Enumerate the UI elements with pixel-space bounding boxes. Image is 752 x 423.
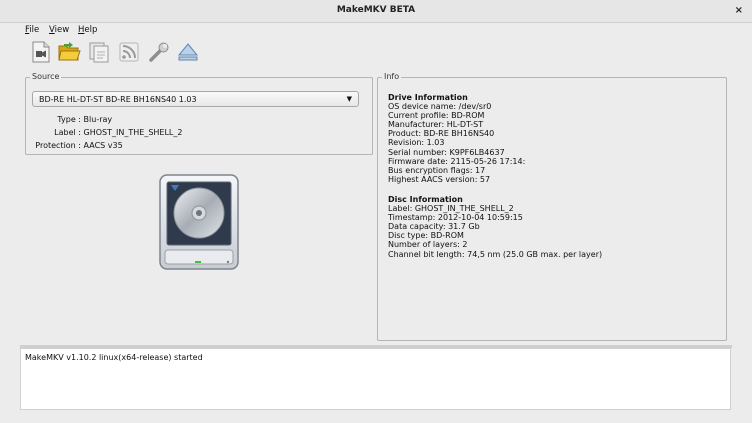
source-group: Source BD-RE HL-DT-ST BD-RE BH16NS40 1.0… bbox=[25, 72, 373, 155]
label-value: GHOST_IN_THE_SHELL_2 bbox=[83, 128, 183, 137]
type-row: Type : Blu-ray bbox=[26, 115, 112, 124]
open-folder-icon[interactable] bbox=[57, 40, 81, 64]
menu-help[interactable]: Help bbox=[78, 25, 97, 35]
chevron-down-icon: ▼ bbox=[346, 95, 352, 103]
drive-info-line: Bus encryption flags: 17 bbox=[388, 165, 486, 175]
backup-icon[interactable] bbox=[87, 40, 111, 64]
window-title: MakeMKV BETA bbox=[336, 5, 416, 15]
disc-info-line: Timestamp: 2012-10-04 10:59:15 bbox=[388, 213, 523, 223]
drive-select[interactable]: BD-RE HL-DT-ST BD-RE BH16NS40 1.03 ▼ bbox=[32, 91, 359, 107]
drive-information: Drive Information OS device name: /dev/s… bbox=[388, 93, 525, 184]
disc-info-line: Label: GHOST_IN_THE_SHELL_2 bbox=[388, 204, 514, 214]
eject-icon[interactable] bbox=[176, 40, 200, 64]
label-row: Label : GHOST_IN_THE_SHELL_2 bbox=[26, 128, 182, 137]
menu-bar: File View Help bbox=[0, 23, 752, 37]
info-group: Info Drive Information OS device name: /… bbox=[377, 72, 727, 341]
menu-file-label: ile bbox=[29, 25, 40, 35]
log-panel: MakeMKV v1.10.2 linux(x64-release) start… bbox=[20, 348, 731, 410]
disc-info-line: Channel bit length: 74,5 nm (25.0 GB max… bbox=[388, 249, 603, 259]
drive-info-line: Manufacturer: HL-DT-ST bbox=[388, 120, 484, 130]
label-label: Label : bbox=[54, 128, 81, 137]
drive-info-line: Serial number: K9PF6LB4637 bbox=[388, 147, 505, 157]
drive-info-heading: Drive Information bbox=[388, 93, 468, 102]
source-legend: Source bbox=[30, 72, 62, 81]
disc-info-line: Data capacity: 31.7 Gb bbox=[388, 222, 480, 232]
open-file-icon[interactable] bbox=[29, 40, 53, 64]
drive-info-line: Highest AACS version: 57 bbox=[388, 174, 491, 184]
bluray-drive-icon bbox=[157, 173, 241, 273]
menu-view[interactable]: View bbox=[49, 25, 69, 35]
drive-info-line: Firmware date: 2115-05-26 17:14: bbox=[388, 156, 526, 166]
drive-info-line: OS device name: /dev/sr0 bbox=[388, 102, 492, 112]
toolbar bbox=[0, 38, 752, 66]
drive-select-value: BD-RE HL-DT-ST BD-RE BH16NS40 1.03 bbox=[39, 95, 197, 104]
disc-info-line: Number of layers: 2 bbox=[388, 240, 468, 250]
type-value: Blu-ray bbox=[83, 115, 113, 124]
menu-file[interactable]: File bbox=[25, 25, 39, 35]
protection-value: AACS v35 bbox=[83, 141, 123, 150]
disc-information: Disc Information Label: GHOST_IN_THE_SHE… bbox=[388, 195, 602, 259]
disc-info-line: Disc type: BD-ROM bbox=[388, 231, 464, 241]
log-message: MakeMKV v1.10.2 linux(x64-release) start… bbox=[25, 353, 203, 362]
title-bar: MakeMKV BETA × bbox=[0, 0, 752, 23]
drive-info-line: Product: BD-RE BH16NS40 bbox=[388, 129, 495, 139]
stream-icon[interactable] bbox=[117, 40, 141, 64]
settings-wrench-icon[interactable] bbox=[147, 40, 171, 64]
menu-view-label: iew bbox=[54, 25, 70, 35]
disc-info-heading: Disc Information bbox=[388, 195, 463, 204]
drive-info-line: Current profile: BD-ROM bbox=[388, 111, 485, 121]
close-button[interactable]: × bbox=[735, 5, 743, 16]
protection-row: Protection : AACS v35 bbox=[26, 141, 123, 150]
info-legend: Info bbox=[382, 72, 402, 81]
protection-label: Protection : bbox=[35, 141, 81, 150]
drive-info-line: Revision: 1.03 bbox=[388, 138, 445, 148]
menu-help-label: elp bbox=[84, 25, 98, 35]
type-label: Type : bbox=[57, 115, 81, 124]
